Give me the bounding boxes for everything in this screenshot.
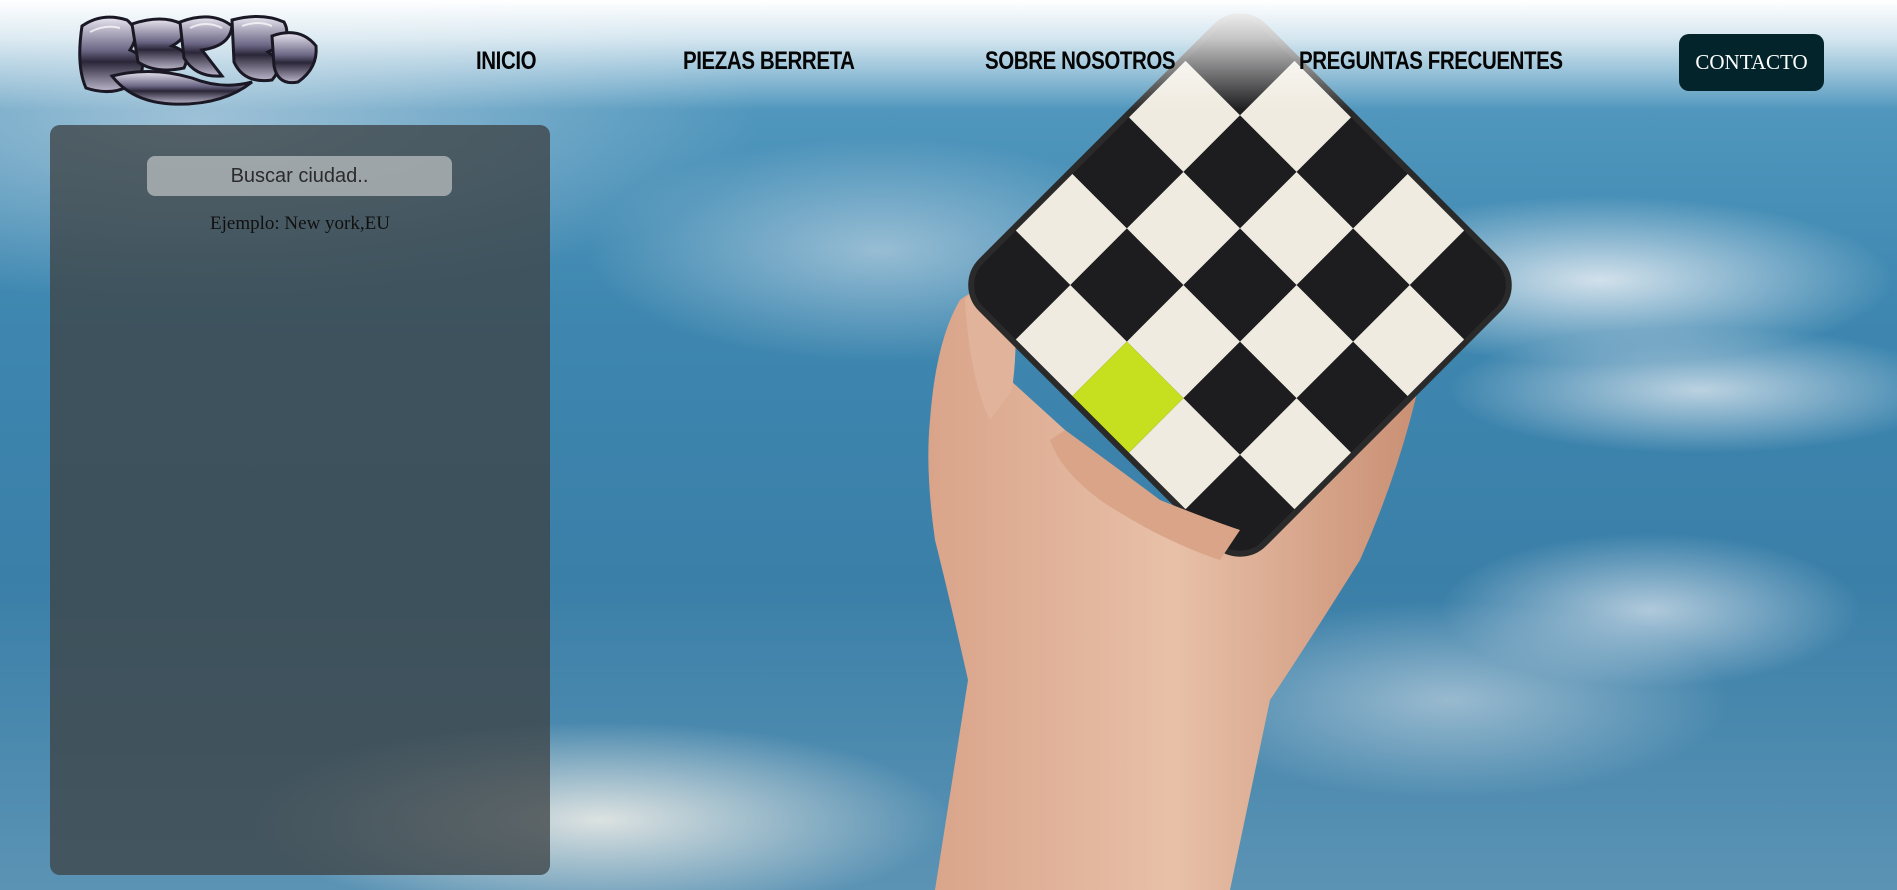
contact-button[interactable]: CONTACTO [1679,34,1824,91]
weather-search-panel: Ejemplo: New york,EU [50,125,550,875]
search-example-text: Ejemplo: New york,EU [210,213,390,234]
city-search-input[interactable] [147,156,452,196]
nav-sobre-nosotros[interactable]: SOBRE NOSOTROS [985,44,1176,78]
berreta-logo[interactable] [72,6,322,116]
nav-inicio[interactable]: INICIO [476,44,537,78]
nav-piezas-berreta[interactable]: PIEZAS BERRETA [683,44,855,78]
nav-preguntas-frecuentes[interactable]: PREGUNTAS FRECUENTES [1299,44,1563,78]
